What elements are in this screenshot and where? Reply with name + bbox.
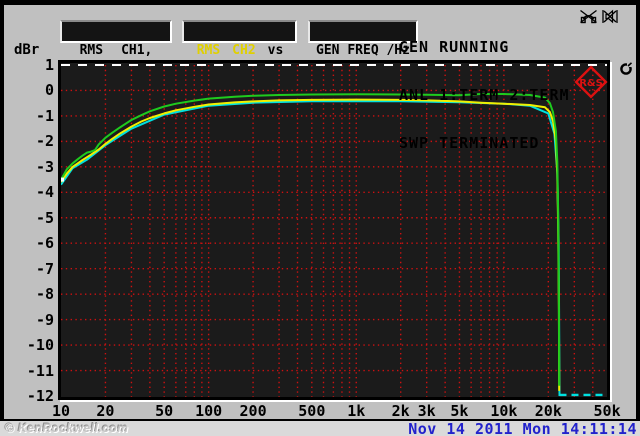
status-swp: SWP TERMINATED: [399, 134, 540, 152]
ch1-channel-label: CH1,: [121, 43, 153, 58]
x-tick-label: 200: [239, 402, 267, 420]
trace-start-marker: [61, 177, 64, 182]
x-tick-label: 20: [96, 402, 115, 420]
x-tick-label: 50k: [593, 402, 621, 420]
ch2-func-label: RMS: [196, 43, 221, 58]
y-unit-label: dBr: [14, 42, 40, 58]
watermark: © KenRockwell.com: [5, 421, 129, 435]
y-tick-label: -3: [35, 157, 54, 176]
timestamp: Nov 14 2011 Mon 14:11:14: [408, 420, 637, 436]
ch1-func-label: RMS: [79, 43, 104, 58]
speaker-muted-icon: [602, 9, 618, 24]
y-tick-label: 1: [44, 56, 54, 74]
analyzer-ch2-value-box[interactable]: [182, 20, 297, 43]
status-anl: ANL 1:TERM 2:TERM: [399, 86, 570, 104]
pointer-icon: [620, 61, 634, 75]
ch2-channel-label: CH2: [232, 43, 256, 58]
headphone-muted-icon: [580, 9, 597, 24]
y-tick-label: -11: [26, 361, 54, 380]
status-block: GEN RUNNING ANL 1:TERM 2:TERM SWP TERMIN…: [399, 7, 570, 167]
analyzer-screenshot: { "window": { "bg": "#c0c0c0", "frame_co…: [0, 0, 640, 436]
rs-logo-text: R&S: [579, 78, 603, 89]
analyzer-ch1-label: RMS CH1,: [60, 43, 172, 58]
y-tick-label: -4: [35, 183, 54, 202]
y-tick-label: -9: [35, 310, 54, 329]
vs-label: vs: [267, 43, 284, 58]
y-tick-label: -5: [35, 208, 54, 227]
status-icons: [580, 9, 618, 24]
y-tick-label: 0: [44, 81, 54, 100]
x-tick-label: 20k: [534, 402, 562, 420]
y-tick-label: -6: [35, 234, 54, 253]
y-tick-label: -7: [35, 259, 54, 278]
analyzer-ch1-value-box[interactable]: [60, 20, 172, 43]
rs-logo-icon: R&S: [574, 65, 608, 99]
y-tick-label: -8: [35, 285, 54, 304]
y-tick-label: -10: [26, 336, 54, 355]
y-tick-label: -2: [35, 132, 54, 151]
analyzer-ch2-label: RMS CH2 vs: [176, 43, 304, 58]
y-tick-label: -1: [35, 106, 54, 125]
status-gen: GEN RUNNING: [399, 38, 510, 56]
